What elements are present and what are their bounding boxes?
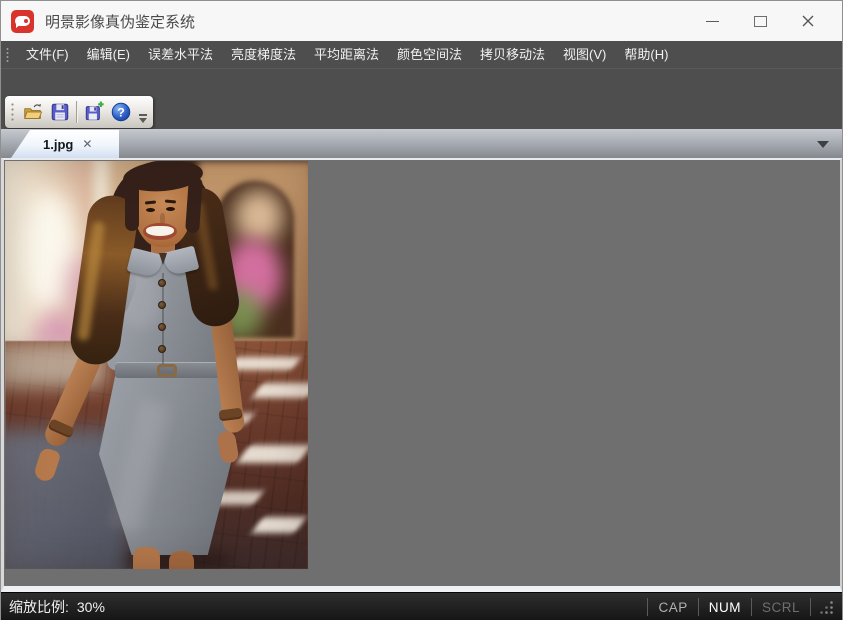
svg-text:?: ?	[117, 105, 125, 119]
menu-item-luminance-gradient[interactable]: 亮度梯度法	[222, 41, 305, 68]
tab-label: 1.jpg	[43, 137, 73, 152]
app-window: 明景影像真伪鉴定系统 文件(F) 编辑(E) 误差水平法 亮度梯度法 平均距离法…	[0, 0, 843, 620]
help-question-icon: ?	[110, 101, 132, 123]
zoom-ratio-value: 30%	[77, 599, 105, 615]
menu-item-file[interactable]: 文件(F)	[17, 41, 78, 68]
toolbar-dock: ?	[1, 68, 842, 129]
menu-item-help[interactable]: 帮助(H)	[615, 41, 677, 68]
tab-document-1jpg[interactable]: 1.jpg ✕	[11, 130, 119, 158]
caps-lock-indicator: CAP	[648, 600, 697, 615]
menu-item-view[interactable]: 视图(V)	[554, 41, 615, 68]
document-image[interactable]	[5, 161, 308, 569]
maximize-button[interactable]	[736, 1, 784, 41]
tab-list-dropdown-icon[interactable]	[817, 141, 829, 148]
logo-bubble-dot	[24, 19, 28, 23]
titlebar: 明景影像真伪鉴定系统	[1, 1, 842, 41]
close-icon	[801, 14, 815, 28]
menubar: 文件(F) 编辑(E) 误差水平法 亮度梯度法 平均距离法 颜色空间法 拷贝移动…	[1, 41, 842, 68]
tab-close-icon[interactable]: ✕	[82, 138, 92, 150]
floppy-disk-icon	[49, 101, 71, 123]
menu-item-error-level-analysis[interactable]: 误差水平法	[139, 41, 222, 68]
toolbar: ?	[5, 96, 153, 128]
document-canvas	[1, 158, 842, 592]
toolbar-overflow-arrow-icon	[139, 118, 147, 123]
toolbar-grip-handle[interactable]	[10, 101, 15, 123]
toolbar-separator	[76, 101, 77, 123]
menu-item-color-space[interactable]: 颜色空间法	[388, 41, 471, 68]
app-logo-icon	[11, 10, 34, 33]
menu-item-edit[interactable]: 编辑(E)	[78, 41, 139, 68]
resize-grip-handle[interactable]	[819, 600, 834, 615]
minimize-button[interactable]	[688, 1, 736, 41]
statusbar: 缩放比例: 30% CAP NUM SCRL	[1, 592, 842, 620]
logo-bubble-tail	[16, 24, 21, 28]
save-as-button[interactable]	[80, 99, 107, 126]
maximize-icon	[754, 16, 767, 27]
folder-open-icon	[22, 101, 44, 123]
close-button[interactable]	[784, 1, 832, 41]
toolbar-overflow-button[interactable]	[136, 96, 150, 128]
menu-item-average-distance[interactable]: 平均距离法	[305, 41, 388, 68]
scroll-lock-indicator: SCRL	[752, 600, 810, 615]
zoom-ratio-label: 缩放比例:	[9, 597, 69, 617]
window-title: 明景影像真伪鉴定系统	[45, 11, 195, 32]
open-file-button[interactable]	[19, 99, 46, 126]
menu-item-copy-move[interactable]: 拷贝移动法	[471, 41, 554, 68]
menubar-grip-handle[interactable]	[6, 47, 9, 63]
minimize-icon	[706, 21, 719, 22]
floppy-disk-plus-icon	[83, 101, 105, 123]
save-button[interactable]	[46, 99, 73, 126]
toolbar-overflow-bar	[139, 114, 147, 116]
num-lock-indicator: NUM	[699, 600, 751, 615]
help-button[interactable]: ?	[107, 99, 134, 126]
photo-vignette	[5, 161, 308, 569]
statusbar-separator	[810, 598, 811, 616]
document-tabstrip: 1.jpg ✕	[1, 129, 842, 158]
